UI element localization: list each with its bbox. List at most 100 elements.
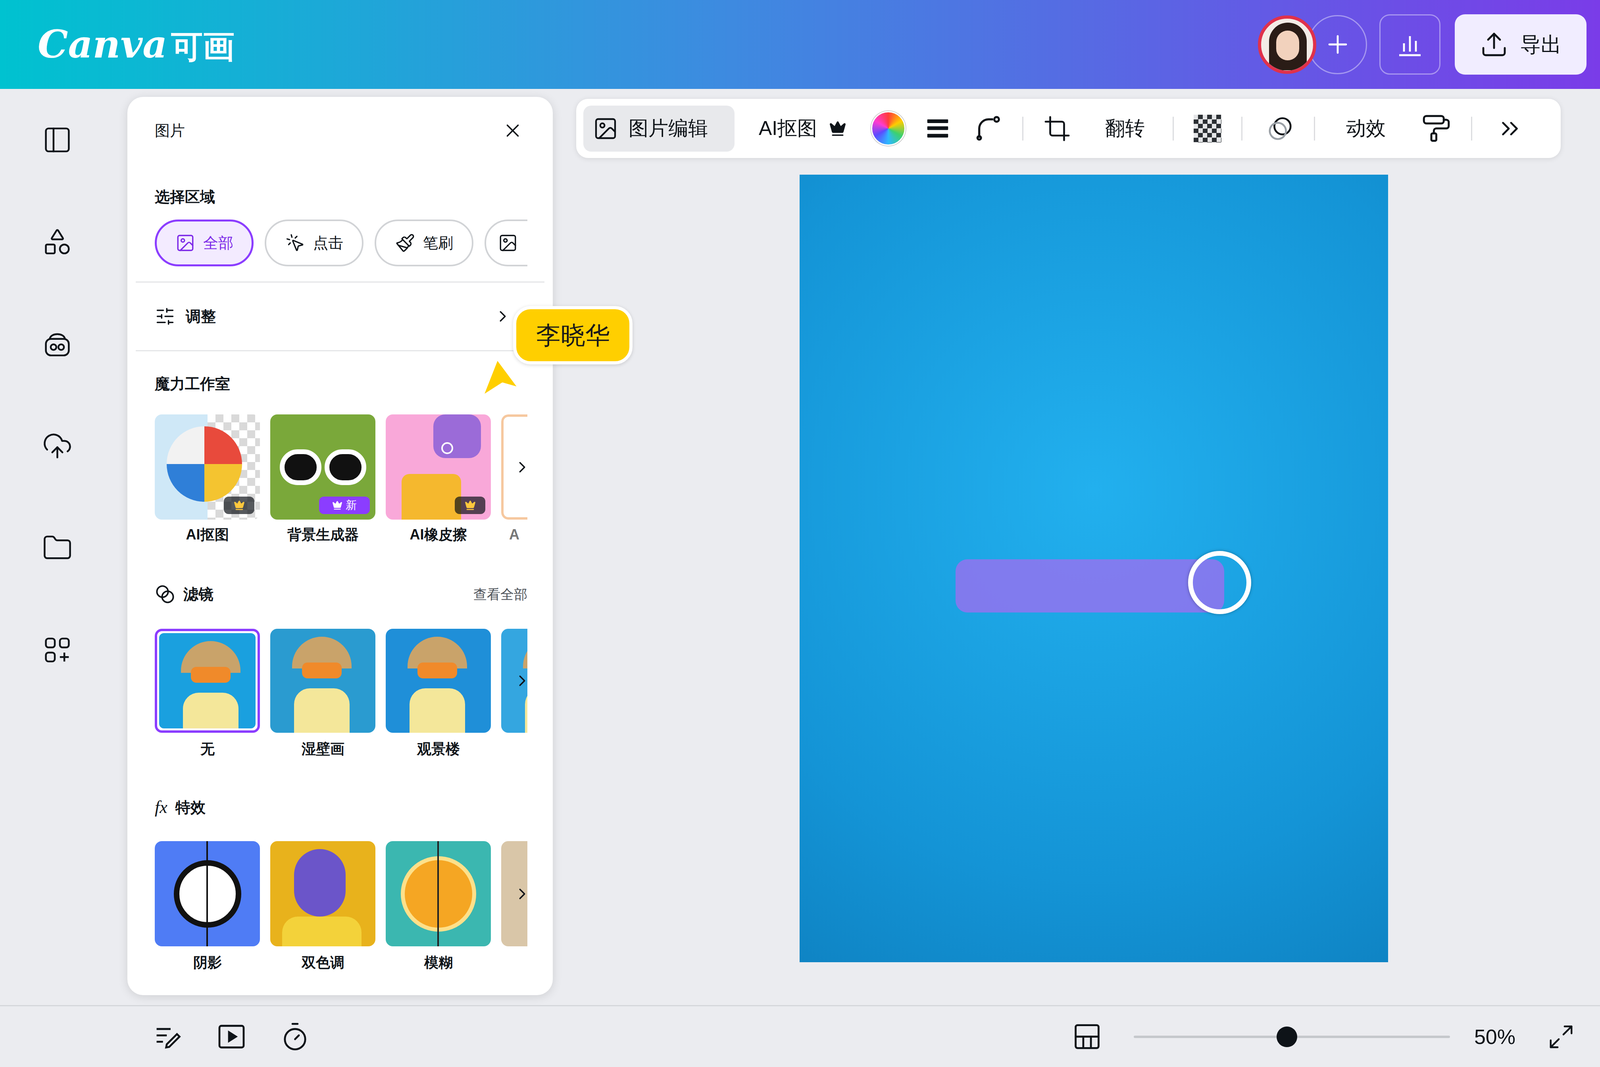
filter-thumb	[154, 628, 260, 733]
premium-badge	[454, 496, 486, 514]
effect-thumb	[270, 840, 376, 947]
user-avatar[interactable]	[1257, 15, 1317, 74]
collaborator-tag: 李晓华	[513, 305, 633, 365]
next-icon[interactable]	[513, 457, 532, 477]
toolbar: 图片编辑 AI抠图 翻转 动效	[576, 98, 1561, 158]
region-chip[interactable]: 笔刷	[374, 219, 474, 267]
toolbar-separator	[1471, 116, 1473, 141]
view-all-link[interactable]: 查看全部	[473, 584, 528, 605]
effects-gallery: 阴影双色调模糊	[154, 840, 528, 973]
divider	[135, 350, 545, 352]
image-edit-button[interactable]: 图片编辑	[583, 105, 735, 152]
timer-icon[interactable]	[279, 1021, 311, 1052]
filter-item[interactable]: 湿壁画	[270, 628, 376, 759]
toolbar-separator	[1172, 116, 1174, 141]
effect-item[interactable]: 模糊	[385, 840, 491, 973]
logo[interactable]: Canva可画	[37, 25, 235, 64]
tool-thumb	[385, 414, 491, 520]
photo[interactable]	[799, 174, 1389, 962]
main-area: 图片选择区域全部点击笔刷调整魔力工作室AI抠图新背景生成器AI橡皮擦A滤镜查看全…	[0, 88, 1600, 1005]
brush-cursor	[1188, 550, 1252, 614]
corner-radius-icon[interactable]	[974, 114, 1003, 143]
chip-row: 全部 点击 笔刷	[154, 219, 528, 267]
crown-icon	[233, 499, 245, 511]
magic-tool[interactable]: AI橡皮擦	[385, 414, 491, 545]
color-wheel-button[interactable]	[871, 111, 906, 146]
effect-label: 双色调	[270, 952, 376, 973]
next-icon[interactable]	[513, 884, 532, 903]
chevron-right-icon	[493, 307, 512, 326]
toolbar-separator	[1241, 116, 1243, 141]
tool-thumb: 新	[270, 414, 376, 520]
close-icon[interactable]	[501, 119, 524, 142]
magic-tool[interactable]: 新背景生成器	[270, 414, 376, 545]
zoom-knob[interactable]	[1276, 1026, 1298, 1047]
elements-icon[interactable]	[42, 226, 73, 258]
tool-label: A	[501, 524, 528, 545]
filter-label: 湿壁画	[270, 738, 376, 759]
thumb-art	[385, 840, 491, 947]
crown-icon	[332, 500, 343, 511]
fullscreen-icon[interactable]	[1547, 1022, 1575, 1051]
notes-icon[interactable]	[152, 1021, 184, 1052]
magic-gallery: AI抠图新背景生成器AI橡皮擦 A	[154, 414, 528, 545]
export-button[interactable]: 导出	[1454, 14, 1587, 75]
collaborator-cursor-icon	[479, 357, 521, 399]
filter-thumb	[270, 628, 376, 733]
brand-icon[interactable]	[42, 328, 73, 360]
image-icon	[175, 232, 196, 253]
design-icon[interactable]	[42, 124, 73, 156]
filter-thumb	[385, 628, 491, 733]
zoom-reading[interactable]: 50%	[1474, 1021, 1516, 1052]
crop-icon[interactable]	[1043, 114, 1072, 143]
paint-roller-icon[interactable]	[1421, 113, 1452, 144]
chart-icon	[1395, 30, 1425, 59]
effect-item[interactable]: 阴影	[154, 840, 260, 973]
zoom-slider[interactable]	[1133, 1026, 1450, 1047]
chip-label: 全部	[203, 231, 234, 255]
magic-tool[interactable]: A	[501, 414, 528, 545]
effect-item[interactable]: 双色调	[270, 840, 376, 973]
panel-header: 图片	[127, 96, 553, 165]
tool-label: AI抠图	[154, 524, 260, 545]
region-chip[interactable]: 点击	[264, 219, 364, 267]
thumb-art	[270, 628, 376, 733]
region-chip[interactable]: 全部	[154, 219, 254, 267]
toolbar-separator	[1313, 116, 1316, 141]
magic-tool[interactable]: AI抠图	[154, 414, 260, 545]
insights-button[interactable]	[1379, 14, 1441, 75]
toolbar-button[interactable]: 动效	[1346, 105, 1386, 152]
thumb-art	[154, 840, 260, 947]
layer-circles-icon[interactable]	[1266, 114, 1295, 143]
effects-header: fx特效	[127, 795, 553, 820]
brush-icon	[395, 232, 416, 253]
toolbar-button[interactable]: AI抠图	[758, 105, 818, 152]
top-bar: Canva可画 导出	[0, 0, 1600, 89]
filter-label	[501, 738, 528, 759]
transparency-icon[interactable]	[1193, 114, 1222, 143]
toolbar-separator	[1022, 116, 1024, 141]
page-layout-icon[interactable]	[1071, 1021, 1103, 1052]
image-select-icon	[498, 232, 518, 253]
apps-icon[interactable]	[42, 634, 73, 666]
filter-item[interactable]: 观景楼	[385, 628, 491, 759]
effect-item[interactable]	[501, 840, 528, 973]
filter-item[interactable]: 无	[154, 628, 260, 759]
effect-label: 阴影	[154, 952, 260, 973]
projects-icon[interactable]	[42, 532, 73, 564]
plus-icon	[1323, 30, 1352, 59]
upload-icon[interactable]	[42, 430, 73, 462]
region-chip[interactable]	[484, 219, 528, 267]
adjust-row[interactable]: 调整	[127, 282, 553, 350]
thumb-art	[270, 840, 376, 947]
chip-label: 笔刷	[423, 231, 454, 255]
filter-item[interactable]	[501, 628, 528, 759]
next-icon[interactable]	[513, 671, 532, 690]
present-icon[interactable]	[216, 1021, 247, 1052]
more-icon[interactable]	[1496, 114, 1524, 143]
top-actions: 导出	[1257, 14, 1587, 75]
stroke-weight-icon[interactable]	[923, 114, 952, 143]
app: Canva可画导出图片选择区域全部点击笔刷调整魔力工作室AI抠图新背景生成器AI…	[0, 0, 1600, 1067]
toolbar-button[interactable]: 翻转	[1105, 105, 1145, 152]
invite-button[interactable]	[1307, 15, 1368, 75]
